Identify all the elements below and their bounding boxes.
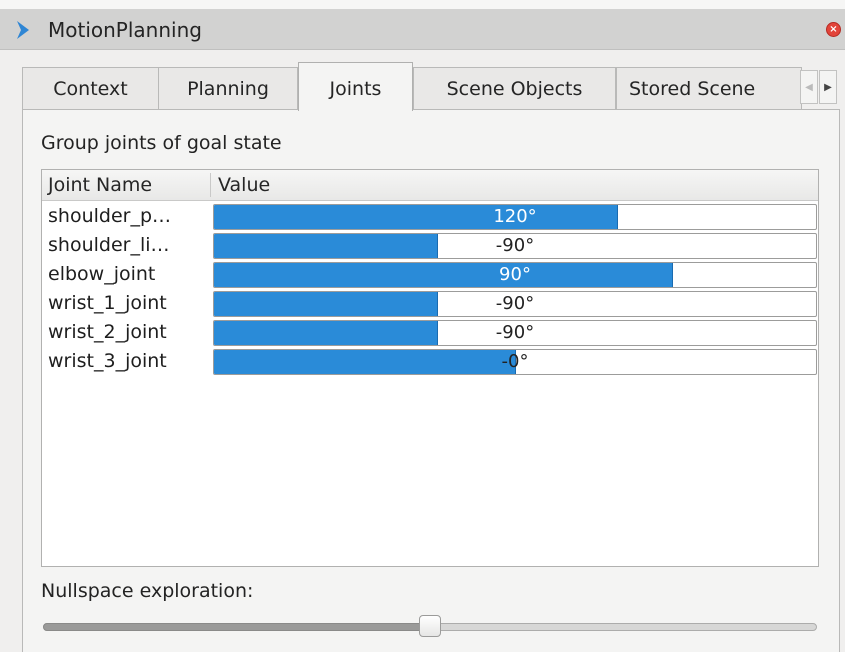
tab-joints[interactable]: Joints <box>298 62 413 111</box>
joint-value-bar[interactable]: -90° <box>213 233 817 259</box>
table-header: Joint Name Value <box>42 170 818 201</box>
joint-name: wrist_3_joint <box>48 350 167 372</box>
arrow-right-icon: ▶ <box>824 81 832 93</box>
tab-scroll-right-button[interactable]: ▶ <box>819 70 837 104</box>
header-value[interactable]: Value <box>218 170 270 200</box>
joints-table[interactable]: Joint Name Value shoulder_p… 120° should… <box>41 169 819 567</box>
tab-scene-objects[interactable]: Scene Objects <box>413 67 616 110</box>
arrow-left-icon: ◀ <box>805 81 813 93</box>
joint-value-text: -90° <box>495 322 535 343</box>
tab-context[interactable]: Context <box>22 67 159 110</box>
joint-value-text: 90° <box>499 264 531 285</box>
joint-name: shoulder_p… <box>48 205 172 227</box>
header-separator <box>210 173 211 197</box>
table-row[interactable]: wrist_2_joint -90° <box>42 318 818 347</box>
joint-name: wrist_2_joint <box>48 321 167 343</box>
close-button[interactable]: × <box>826 22 841 37</box>
window-titlebar[interactable]: MotionPlanning × <box>0 9 845 50</box>
nullspace-label: Nullspace exploration: <box>41 580 254 602</box>
tab-planning[interactable]: Planning <box>158 67 298 110</box>
joint-value-text: 120° <box>493 206 537 227</box>
tab-stored-scene[interactable]: Stored Scene <box>616 67 802 110</box>
table-row[interactable]: shoulder_li… -90° <box>42 231 818 260</box>
close-icon: × <box>829 23 838 35</box>
table-row[interactable]: wrist_3_joint -0° <box>42 347 818 376</box>
joint-value-text: -90° <box>495 235 535 256</box>
window-title: MotionPlanning <box>48 18 202 42</box>
joint-value-bar[interactable]: 90° <box>213 262 817 288</box>
joint-name: wrist_1_joint <box>48 292 167 314</box>
chevron-right-icon <box>14 20 32 40</box>
nullspace-slider-handle[interactable] <box>419 615 441 637</box>
joint-value-bar[interactable]: 120° <box>213 204 817 230</box>
top-strip <box>0 0 845 9</box>
nullspace-slider-fill <box>43 623 428 631</box>
joint-value-bar[interactable]: -90° <box>213 320 817 346</box>
tab-bar: Context Planning Joints Scene Objects St… <box>22 62 842 111</box>
joint-name: shoulder_li… <box>48 234 170 256</box>
joint-value-bar[interactable]: -90° <box>213 291 817 317</box>
group-joints-label: Group joints of goal state <box>41 132 282 154</box>
joint-value-bar[interactable]: -0° <box>213 349 817 375</box>
table-row[interactable]: elbow_joint 90° <box>42 260 818 289</box>
table-row[interactable]: wrist_1_joint -90° <box>42 289 818 318</box>
joint-value-text: -0° <box>501 351 529 372</box>
tab-scroll-left-button[interactable]: ◀ <box>800 70 818 104</box>
header-joint-name[interactable]: Joint Name <box>48 170 152 200</box>
joint-value-text: -90° <box>495 293 535 314</box>
table-row[interactable]: shoulder_p… 120° <box>42 202 818 231</box>
joint-name: elbow_joint <box>48 263 156 285</box>
